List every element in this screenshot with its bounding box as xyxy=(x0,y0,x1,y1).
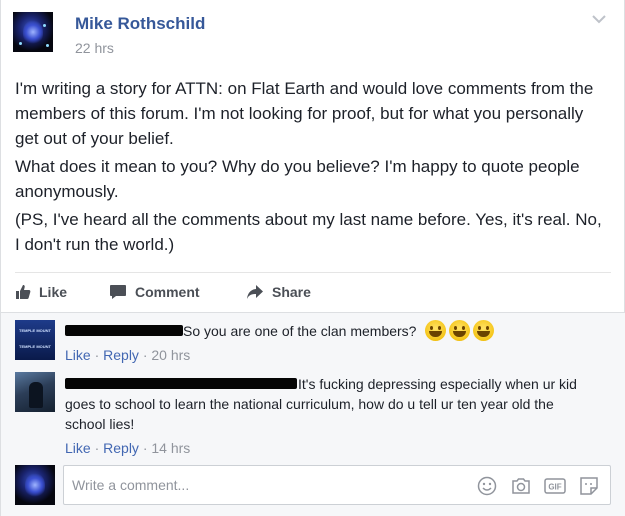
share-arrow-icon xyxy=(247,285,263,299)
avatar-figure xyxy=(29,382,43,408)
avatar-figure xyxy=(25,473,45,497)
feed-post: Mike Rothschild 22 hrs I'm writing a sto… xyxy=(0,0,625,516)
comment-input[interactable] xyxy=(72,466,462,504)
comment-meta: Like · Reply · 14 hrs xyxy=(65,440,190,456)
like-label: Like xyxy=(39,284,68,300)
post-paragraph: What does it mean to you? Why do you bel… xyxy=(15,157,580,201)
comment-bubble-icon xyxy=(110,285,126,299)
emoji-icon[interactable] xyxy=(476,475,498,497)
comment-like-link[interactable]: Like xyxy=(65,347,91,363)
author-name[interactable]: Mike Rothschild xyxy=(75,14,205,34)
comment-timestamp[interactable]: 14 hrs xyxy=(151,440,190,456)
svg-text:GIF: GIF xyxy=(548,483,561,492)
avatar-figure xyxy=(23,20,43,44)
comment-reply-link[interactable]: Reply xyxy=(103,347,139,363)
current-user-avatar[interactable] xyxy=(15,465,55,505)
laughing-emoji-icon xyxy=(425,320,446,341)
comment-reply-link[interactable]: Reply xyxy=(103,440,139,456)
comment-label: Comment xyxy=(135,284,200,300)
commenter-avatar[interactable] xyxy=(15,372,55,412)
post-timestamp[interactable]: 22 hrs xyxy=(75,40,114,56)
comment-like-link[interactable]: Like xyxy=(65,440,91,456)
camera-icon[interactable] xyxy=(510,475,532,497)
avatar-spark xyxy=(19,42,22,45)
comment-composer[interactable]: GIF xyxy=(63,465,611,505)
redacted-commenter-name xyxy=(65,378,297,389)
laughing-emoji-icon xyxy=(473,320,494,341)
emoji-group xyxy=(425,320,497,341)
comment-text: So you are one of the clan members? xyxy=(183,323,417,339)
thumbs-up-icon xyxy=(16,285,31,299)
share-label: Share xyxy=(272,284,311,300)
meta-separator: · xyxy=(94,347,104,363)
chevron-down-icon[interactable] xyxy=(592,14,606,24)
post-paragraph: I'm writing a story for ATTN: on Flat Ea… xyxy=(15,79,594,148)
gif-icon[interactable]: GIF xyxy=(544,475,566,497)
comment-meta: Like · Reply · 20 hrs xyxy=(65,347,190,363)
avatar-spark xyxy=(43,24,46,27)
sticker-icon[interactable] xyxy=(578,475,600,497)
redacted-commenter-name xyxy=(65,325,183,336)
comment-button[interactable]: Comment xyxy=(109,284,200,300)
avatar-caption: TEMPLE MOUNT xyxy=(19,344,51,349)
post-paragraph: (PS, I've heard all the comments about m… xyxy=(15,210,602,254)
meta-separator: · xyxy=(94,440,104,456)
laughing-emoji-icon xyxy=(449,320,470,341)
avatar-spark xyxy=(46,44,49,47)
composer-icons: GIF xyxy=(464,475,600,497)
like-button[interactable]: Like xyxy=(15,284,67,300)
commenter-avatar[interactable]: TEMPLE MOUNT TEMPLE MOUNT xyxy=(15,320,55,360)
avatar-caption: TEMPLE MOUNT xyxy=(19,328,51,333)
comment-timestamp[interactable]: 20 hrs xyxy=(151,347,190,363)
author-avatar[interactable] xyxy=(13,12,53,52)
divider xyxy=(15,272,611,273)
share-button[interactable]: Share xyxy=(246,284,311,300)
